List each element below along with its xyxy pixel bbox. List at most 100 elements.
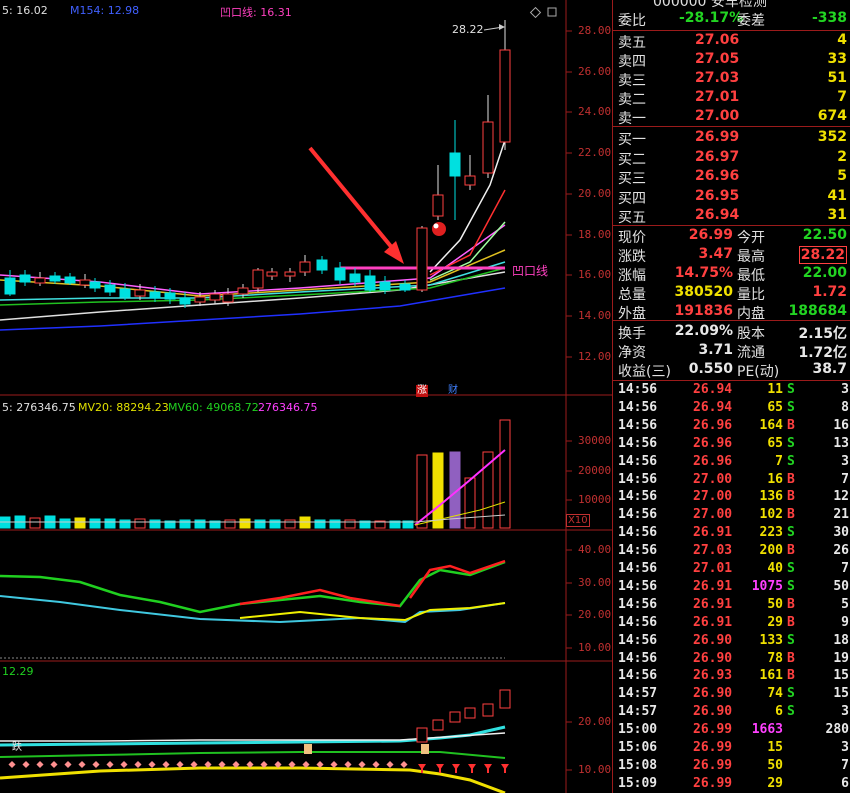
bid-price: 26.94 bbox=[695, 207, 740, 223]
tick-row[interactable]: 15:08 26.99 50 7 bbox=[613, 757, 850, 775]
tick-price: 26.90 bbox=[693, 686, 733, 702]
candle bbox=[89, 278, 101, 292]
candle bbox=[284, 268, 296, 282]
tick-row[interactable]: 15:06 26.99 15 3 bbox=[613, 739, 850, 757]
vol-axis-label: 20000 bbox=[578, 464, 612, 477]
tick-row[interactable]: 15:09 26.99 29 6 bbox=[613, 775, 850, 793]
candle-body bbox=[237, 287, 249, 295]
volume-bar bbox=[314, 519, 326, 529]
stat-value: 1.72 bbox=[812, 284, 847, 300]
p4-arrow-stem bbox=[455, 768, 457, 773]
stat-row: 外盘 191836 内盘 188684 bbox=[613, 302, 850, 322]
tick-count: 3 bbox=[841, 704, 849, 720]
weibi-value: -28.17% bbox=[679, 10, 744, 26]
tick-volume: 29 bbox=[767, 775, 783, 791]
volume-bar bbox=[29, 517, 41, 529]
badge-cai[interactable]: 财 bbox=[448, 385, 458, 397]
tick-time: 14:56 bbox=[618, 596, 658, 612]
tick-row[interactable]: 14:56 27.00 16 B 7 bbox=[613, 471, 850, 489]
tick-volume: 15 bbox=[767, 740, 783, 755]
ask-label: 卖五 bbox=[618, 35, 646, 51]
candle bbox=[316, 256, 328, 274]
tick-row[interactable]: 14:56 26.94 11 S 3 bbox=[613, 381, 850, 399]
bid-price: 26.96 bbox=[695, 168, 740, 184]
candle bbox=[252, 268, 264, 292]
tick-row[interactable]: 14:56 26.91 223 S 30 bbox=[613, 524, 850, 542]
fund-row: 净资 3.71 流通 1.72亿 bbox=[613, 341, 850, 361]
tick-count: 3 bbox=[841, 453, 849, 469]
tick-row[interactable]: 14:57 26.90 74 S 15 bbox=[613, 685, 850, 703]
vol-unit-label: X10 bbox=[566, 514, 590, 527]
tick-row[interactable]: 14:56 26.90 78 B 19 bbox=[613, 650, 850, 668]
p4-header: 12.29 bbox=[2, 665, 34, 678]
volume-bar bbox=[194, 519, 206, 529]
tick-row[interactable]: 14:56 26.90 133 S 18 bbox=[613, 632, 850, 650]
candle-body bbox=[104, 284, 116, 293]
tick-row[interactable]: 14:56 26.91 50 B 5 bbox=[613, 596, 850, 614]
tick-row[interactable]: 14:56 26.96 164 B 16 bbox=[613, 417, 850, 435]
weicha-label: 委差 bbox=[737, 13, 765, 29]
tick-row[interactable]: 14:56 26.93 161 B 15 bbox=[613, 667, 850, 685]
candle-body bbox=[379, 281, 391, 291]
tick-volume: 40 bbox=[767, 561, 783, 576]
ask-row: 卖三 27.03 51 bbox=[613, 69, 850, 89]
bid-price: 26.99 bbox=[695, 129, 740, 145]
tick-count: 5 bbox=[841, 596, 849, 612]
tick-volume: 65 bbox=[767, 399, 783, 415]
tick-price: 26.96 bbox=[693, 453, 733, 469]
tick-row[interactable]: 14:56 27.01 40 S 7 bbox=[613, 560, 850, 578]
stat-value: 26.99 bbox=[688, 227, 733, 243]
stat-row: 涨跌 3.47 最高 28.22 bbox=[613, 245, 850, 265]
tick-count: 3 bbox=[841, 382, 849, 397]
tick-price: 26.91 bbox=[693, 596, 733, 612]
tick-volume: 1075 bbox=[751, 578, 783, 594]
mv60-label: MV60: 49068.72 bbox=[168, 401, 259, 414]
tick-side: S bbox=[787, 453, 795, 469]
stat-value: 14.75% bbox=[674, 265, 733, 281]
tick-row[interactable]: 14:56 26.94 65 S 8 bbox=[613, 399, 850, 417]
tick-row[interactable]: 14:56 26.96 7 S 3 bbox=[613, 453, 850, 471]
ind-line-red2 bbox=[408, 559, 506, 599]
fund-value: 1.72亿 bbox=[798, 345, 847, 361]
tick-row[interactable]: 14:56 26.91 1075 S 50 bbox=[613, 578, 850, 596]
tick-count: 3 bbox=[841, 740, 849, 755]
weibi-label: 委比 bbox=[618, 13, 646, 29]
volume-bar bbox=[119, 519, 131, 529]
tick-time: 14:56 bbox=[618, 453, 658, 469]
p4-arrow-stem bbox=[471, 768, 473, 773]
p4-arrow-stem bbox=[487, 768, 489, 773]
tick-row[interactable]: 14:56 27.00 136 B 12 bbox=[613, 488, 850, 506]
stat-value: 22.50 bbox=[802, 227, 847, 243]
hand-icon bbox=[421, 744, 429, 754]
tick-row[interactable]: 14:56 26.96 65 S 13 bbox=[613, 435, 850, 453]
tick-row[interactable]: 14:57 26.90 6 S 3 bbox=[613, 703, 850, 721]
stat-label: 今开 bbox=[737, 230, 765, 246]
candle-body bbox=[119, 288, 131, 298]
tick-side: S bbox=[787, 578, 795, 594]
tick-row[interactable]: 14:56 27.00 102 B 21 bbox=[613, 506, 850, 524]
tick-time: 14:56 bbox=[618, 382, 658, 397]
tick-row[interactable]: 14:56 26.91 29 B 9 bbox=[613, 614, 850, 632]
fund-label: 净资 bbox=[618, 345, 646, 361]
p4-diamond bbox=[148, 760, 156, 769]
candle bbox=[416, 226, 428, 292]
volume-bar bbox=[134, 518, 146, 529]
tick-volume: 6 bbox=[775, 704, 783, 720]
tick-volume: 50 bbox=[767, 596, 783, 612]
tick-row[interactable]: 14:56 27.03 200 B 26 bbox=[613, 542, 850, 560]
candle bbox=[464, 155, 476, 190]
badge-zhang[interactable]: 涨 bbox=[416, 385, 428, 397]
tick-count: 30 bbox=[833, 525, 849, 541]
tick-side: S bbox=[787, 686, 795, 702]
candle-body bbox=[334, 267, 346, 281]
tick-count: 15 bbox=[833, 668, 849, 684]
bid-row: 买三 26.96 5 bbox=[613, 167, 850, 187]
axis-label: 18.00 bbox=[578, 228, 612, 241]
candle-body bbox=[284, 271, 296, 277]
tick-row[interactable]: 15:00 26.99 1663 280 bbox=[613, 721, 850, 739]
p4-diamond bbox=[92, 760, 100, 769]
tick-volume: 161 bbox=[759, 668, 783, 684]
ask-volume: 51 bbox=[827, 70, 847, 86]
mv20-label: MV20: 88294.23 bbox=[78, 401, 169, 414]
chart-canvas[interactable] bbox=[0, 0, 612, 793]
